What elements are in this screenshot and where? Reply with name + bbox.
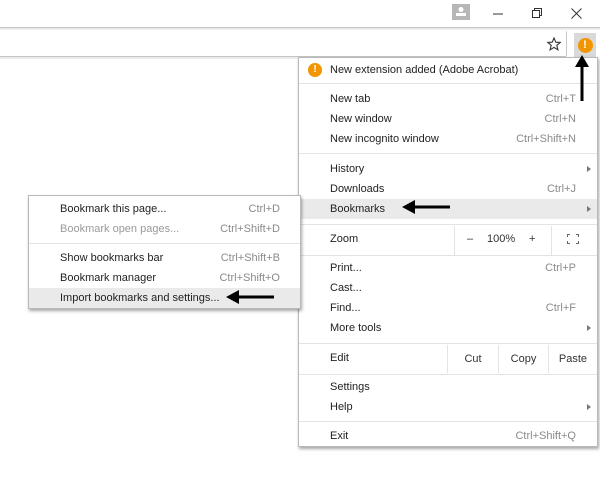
menu-item-new-window[interactable]: New window Ctrl+N bbox=[299, 109, 597, 129]
fullscreen-button[interactable] bbox=[567, 234, 579, 244]
restore-button[interactable] bbox=[527, 4, 547, 22]
submenu-arrow-icon bbox=[587, 206, 591, 212]
submenu-item-shortcut: Ctrl+D bbox=[248, 203, 280, 215]
menu-item-label: Downloads bbox=[330, 183, 385, 195]
menu-separator bbox=[299, 374, 597, 375]
submenu-item-shortcut: Ctrl+Shift+D bbox=[220, 223, 280, 235]
address-bar[interactable] bbox=[0, 31, 567, 59]
submenu-arrow-icon bbox=[587, 325, 591, 331]
menu-separator bbox=[299, 224, 597, 225]
paste-button[interactable]: Paste bbox=[549, 345, 597, 373]
menu-item-label: New extension added (Adobe Acrobat) bbox=[330, 64, 519, 76]
fullscreen-icon bbox=[576, 241, 579, 244]
browser-toolbar: ! bbox=[0, 31, 600, 59]
submenu-item-label: Show bookmarks bar bbox=[60, 252, 164, 264]
menu-separator bbox=[299, 421, 597, 422]
menu-item-print[interactable]: Print... Ctrl+P bbox=[299, 258, 597, 278]
menu-item-shortcut: Ctrl+Shift+Q bbox=[515, 430, 576, 442]
menu-item-label: Settings bbox=[330, 381, 370, 393]
menu-item-shortcut: Ctrl+J bbox=[546, 183, 576, 195]
menu-row-edit: Edit Cut Copy Paste bbox=[299, 345, 597, 373]
zoom-divider bbox=[551, 226, 552, 255]
submenu-item-bookmark-manager[interactable]: Bookmark manager Ctrl+Shift+O bbox=[29, 268, 300, 288]
submenu-item-label: Bookmark open pages... bbox=[60, 223, 180, 235]
menu-item-label: New incognito window bbox=[330, 133, 439, 145]
bookmark-star-button[interactable] bbox=[546, 36, 562, 52]
menu-item-help[interactable]: Help bbox=[299, 397, 597, 417]
fullscreen-icon bbox=[567, 234, 570, 237]
submenu-item-show-bookmarks-bar[interactable]: Show bookmarks bar Ctrl+Shift+B bbox=[29, 248, 300, 268]
annotation-arrow-left bbox=[402, 200, 450, 214]
alert-icon: ! bbox=[577, 37, 593, 53]
chrome-main-menu: ! New extension added (Adobe Acrobat) Ne… bbox=[298, 57, 598, 447]
submenu-item-label: Bookmark this page... bbox=[60, 203, 167, 215]
submenu-item-shortcut: Ctrl+Shift+O bbox=[219, 272, 280, 284]
close-icon bbox=[570, 7, 582, 19]
menu-item-history[interactable]: History bbox=[299, 159, 597, 179]
menu-separator bbox=[299, 153, 597, 154]
menu-item-label: Find... bbox=[330, 302, 361, 314]
menu-item-label: Exit bbox=[330, 430, 349, 442]
close-button[interactable] bbox=[566, 4, 586, 22]
menu-item-new-incognito-window[interactable]: New incognito window Ctrl+Shift+N bbox=[299, 129, 597, 149]
annotation-arrow-left bbox=[226, 290, 274, 304]
chrome-menu-button[interactable]: ! bbox=[574, 33, 596, 57]
window-title-bar bbox=[0, 0, 600, 30]
person-icon bbox=[456, 7, 466, 16]
fullscreen-icon bbox=[567, 241, 570, 244]
submenu-separator bbox=[29, 243, 300, 244]
menu-item-label: More tools bbox=[330, 322, 382, 334]
menu-item-shortcut: Ctrl+F bbox=[545, 302, 576, 314]
menu-item-shortcut: Ctrl+P bbox=[545, 262, 576, 274]
menu-item-label: New tab bbox=[330, 93, 371, 105]
zoom-out-button[interactable]: – bbox=[467, 233, 473, 245]
fullscreen-icon bbox=[576, 234, 579, 237]
menu-item-shortcut: Ctrl+N bbox=[544, 113, 576, 125]
submenu-item-label: Import bookmarks and settings... bbox=[60, 292, 220, 304]
menu-item-exit[interactable]: Exit Ctrl+Shift+Q bbox=[299, 426, 597, 446]
star-icon bbox=[547, 37, 561, 51]
menu-item-new-tab[interactable]: New tab Ctrl+T bbox=[299, 89, 597, 109]
zoom-level-value: 100% bbox=[487, 233, 516, 245]
zoom-in-button[interactable]: + bbox=[529, 233, 535, 245]
menu-item-label: New window bbox=[330, 113, 392, 125]
menu-item-label: Bookmarks bbox=[330, 203, 386, 215]
menu-item-downloads[interactable]: Downloads Ctrl+J bbox=[299, 179, 597, 199]
submenu-item-bookmark-open-pages: Bookmark open pages... Ctrl+Shift+D bbox=[29, 219, 300, 239]
menu-item-cast[interactable]: Cast... bbox=[299, 278, 597, 298]
minimize-button[interactable] bbox=[488, 4, 508, 22]
menu-separator bbox=[299, 83, 597, 84]
cut-button[interactable]: Cut bbox=[448, 345, 498, 373]
zoom-divider bbox=[454, 226, 455, 255]
submenu-arrow-icon bbox=[587, 166, 591, 172]
submenu-item-shortcut: Ctrl+Shift+B bbox=[220, 252, 280, 264]
menu-item-settings[interactable]: Settings bbox=[299, 377, 597, 397]
profile-button[interactable] bbox=[452, 4, 470, 20]
warning-icon: ! bbox=[308, 63, 322, 77]
copy-button[interactable]: Copy bbox=[499, 345, 548, 373]
menu-row-zoom: Zoom – 100% + bbox=[299, 226, 597, 255]
menu-separator bbox=[299, 255, 597, 256]
menu-item-label: History bbox=[330, 163, 365, 175]
restore-icon bbox=[532, 8, 542, 18]
menu-separator bbox=[299, 343, 597, 344]
edit-label: Edit bbox=[330, 352, 349, 364]
submenu-arrow-icon bbox=[587, 404, 591, 410]
submenu-item-label: Bookmark manager bbox=[60, 272, 156, 284]
minimize-icon bbox=[493, 13, 503, 15]
zoom-label: Zoom bbox=[330, 233, 359, 245]
menu-item-shortcut: Ctrl+Shift+N bbox=[516, 133, 576, 145]
menu-item-label: Cast... bbox=[330, 282, 362, 294]
submenu-item-bookmark-this-page[interactable]: Bookmark this page... Ctrl+D bbox=[29, 199, 300, 219]
menu-item-label: Help bbox=[330, 401, 353, 413]
menu-item-find[interactable]: Find... Ctrl+F bbox=[299, 298, 597, 318]
menu-item-shortcut: Ctrl+T bbox=[545, 93, 576, 105]
menu-item-label: Print... bbox=[330, 262, 362, 274]
menu-item-more-tools[interactable]: More tools bbox=[299, 318, 597, 338]
annotation-arrow-up bbox=[575, 55, 589, 101]
menu-item-extension-notice[interactable]: ! New extension added (Adobe Acrobat) bbox=[299, 60, 597, 80]
